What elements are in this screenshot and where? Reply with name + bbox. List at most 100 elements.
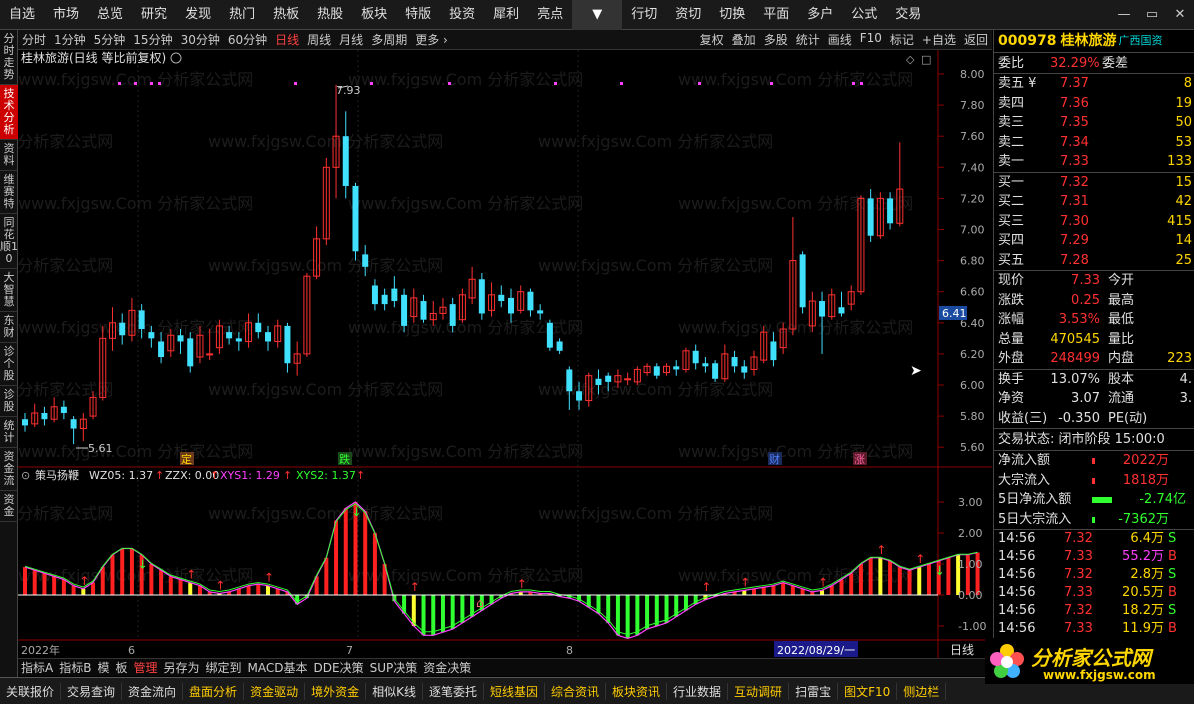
footer-tab-1[interactable]: 交易查询 [61, 682, 123, 700]
footer-tab-8[interactable]: 短线基因 [484, 682, 545, 700]
footer-tab-9[interactable]: 综合资讯 [545, 682, 607, 700]
indicator-tab-4[interactable]: 管理 [130, 659, 160, 676]
period-0[interactable]: 分时 [18, 31, 50, 48]
footer-tab-15[interactable]: 侧边栏 [897, 682, 947, 700]
minimize-icon[interactable]: — [1110, 0, 1138, 30]
square-icon[interactable]: □ [921, 53, 931, 66]
footer-tab-5[interactable]: 境外资金 [305, 682, 367, 700]
nav-right-4[interactable]: 多户 [798, 0, 842, 30]
indicator-bar [52, 576, 57, 595]
period-3[interactable]: 15分钟 [129, 31, 176, 48]
nav-4[interactable]: 发现 [176, 0, 220, 30]
tool-4[interactable]: 画线 [824, 31, 856, 48]
side-tab-2[interactable]: 资料 [0, 140, 18, 171]
side-tab-9[interactable]: 统计 [0, 417, 18, 448]
indicator-bar [761, 587, 766, 595]
nav-0[interactable]: 自选 [0, 0, 44, 30]
ask-row-2: 卖三 7.35 50 [994, 113, 1194, 133]
indicator-tab-7[interactable]: MACD基本 [245, 659, 311, 676]
nav-1[interactable]: 市场 [44, 0, 88, 30]
side-tab-8[interactable]: 诊股 [0, 386, 18, 417]
side-tab-3[interactable]: 维赛特 [0, 171, 18, 214]
indicator-tab-0[interactable]: 指标A [18, 659, 56, 676]
nav-8[interactable]: 板块 [352, 0, 396, 30]
diamond-icon[interactable]: ◇ [906, 53, 915, 66]
side-tab-11[interactable]: 资金 [0, 491, 18, 522]
footer-tab-10[interactable]: 板块资讯 [606, 682, 668, 700]
tool-5[interactable]: F10 [856, 31, 886, 48]
period-8[interactable]: 月线 [335, 31, 367, 48]
nav-9[interactable]: 特版 [396, 0, 440, 30]
tool-0[interactable]: 复权 [696, 31, 728, 48]
nav-11[interactable]: 犀利 [484, 0, 528, 30]
indicator-tab-3[interactable]: 板 [112, 659, 130, 676]
tool-1[interactable]: 叠加 [728, 31, 760, 48]
side-tab-1[interactable]: 技术分析 [0, 85, 18, 140]
footer-tab-2[interactable]: 资金流向 [122, 682, 184, 700]
period-9[interactable]: 多周期 [367, 31, 411, 48]
maximize-icon[interactable]: ▭ [1138, 0, 1166, 30]
settings-icon[interactable]: ⊙ [21, 469, 30, 482]
footer-tab-3[interactable]: 盘面分析 [183, 682, 245, 700]
quote2-label-2: 股本 [1108, 371, 1135, 387]
period-4[interactable]: 30分钟 [177, 31, 224, 48]
tool-3[interactable]: 统计 [792, 31, 824, 48]
axis-label: 6.20 [960, 348, 985, 361]
indicator-tab-1[interactable]: 指标B [56, 659, 94, 676]
side-tab-4[interactable]: 同花顺10 [0, 214, 18, 269]
side-tab-7[interactable]: 诊个股 [0, 343, 18, 386]
nav-right-0[interactable]: 行切 [622, 0, 666, 30]
nav-right-3[interactable]: 平面 [754, 0, 798, 30]
footer-tab-4[interactable]: 资金驱动 [244, 682, 306, 700]
up-arrow-icon: ↑ [740, 575, 750, 589]
footer-tab-12[interactable]: 互动调研 [728, 682, 790, 700]
indicator-tab-6[interactable]: 绑定到 [203, 659, 245, 676]
nav-6[interactable]: 热板 [264, 0, 308, 30]
nav-10[interactable]: 投资 [440, 0, 484, 30]
nav-right-2[interactable]: 切换 [710, 0, 754, 30]
side-tab-6[interactable]: 东财 [0, 312, 18, 343]
kline-chart[interactable]: www.fxjgsw.Com 分析家公式网 www.fxjgsw.Com 分析家公… [18, 50, 992, 658]
indicator-bar [917, 567, 922, 595]
period-label[interactable]: 日线 [950, 643, 974, 657]
period-10[interactable]: 更多 › [411, 31, 452, 48]
nav-right-5[interactable]: 公式 [842, 0, 886, 30]
indicator-tab-5[interactable]: 另存为 [161, 659, 203, 676]
indicator-tab-2[interactable]: 模 [94, 659, 112, 676]
nav-right-1[interactable]: 资切 [666, 0, 710, 30]
up-arrow-icon: ↑ [701, 580, 711, 594]
period-5[interactable]: 60分钟 [224, 31, 271, 48]
footer-tab-6[interactable]: 相似K线 [366, 682, 423, 700]
nav-right-6[interactable]: 交易 [886, 0, 930, 30]
side-tab-0[interactable]: 分时走势 [0, 30, 18, 85]
footer-tab-0[interactable]: 关联报价 [0, 682, 62, 700]
tool-7[interactable]: +自选 [918, 31, 960, 48]
nav-5[interactable]: 热门 [220, 0, 264, 30]
side-tab-5[interactable]: 大智慧 [0, 269, 18, 312]
xaxis-cursor: 2022/08/29/一 [777, 644, 855, 657]
close-icon[interactable]: ✕ [1166, 0, 1194, 30]
nav-12[interactable]: 亮点 [528, 0, 572, 30]
period-7[interactable]: 周线 [303, 31, 335, 48]
period-6[interactable]: 日线 [271, 31, 303, 48]
period-2[interactable]: 5分钟 [90, 31, 130, 48]
nav-menu-button[interactable]: ▼ [572, 0, 623, 30]
footer-tab-11[interactable]: 行业数据 [667, 682, 729, 700]
nav-7[interactable]: 热股 [308, 0, 352, 30]
indicator-tab-9[interactable]: SUP决策 [367, 659, 421, 676]
tool-6[interactable]: 标记 [886, 31, 918, 48]
tool-8[interactable]: 返回 [960, 31, 992, 48]
axis-label: 6.60 [960, 286, 985, 299]
period-1[interactable]: 1分钟 [50, 31, 90, 48]
side-tab-10[interactable]: 资金流 [0, 448, 18, 491]
quote-label-2: 今开 [1108, 273, 1135, 288]
footer-tab-7[interactable]: 逐笔委托 [423, 682, 484, 700]
footer-tab-14[interactable]: 图文F10 [838, 682, 898, 700]
nav-3[interactable]: 研究 [132, 0, 176, 30]
watermark-text: www.fxjgsw.Com 分析家公式网 [208, 380, 443, 399]
indicator-tab-8[interactable]: DDE决策 [311, 659, 367, 676]
tool-2[interactable]: 多股 [760, 31, 792, 48]
indicator-tab-10[interactable]: 资金决策 [420, 659, 474, 676]
footer-tab-13[interactable]: 扫雷宝 [789, 682, 839, 700]
nav-2[interactable]: 总览 [88, 0, 132, 30]
